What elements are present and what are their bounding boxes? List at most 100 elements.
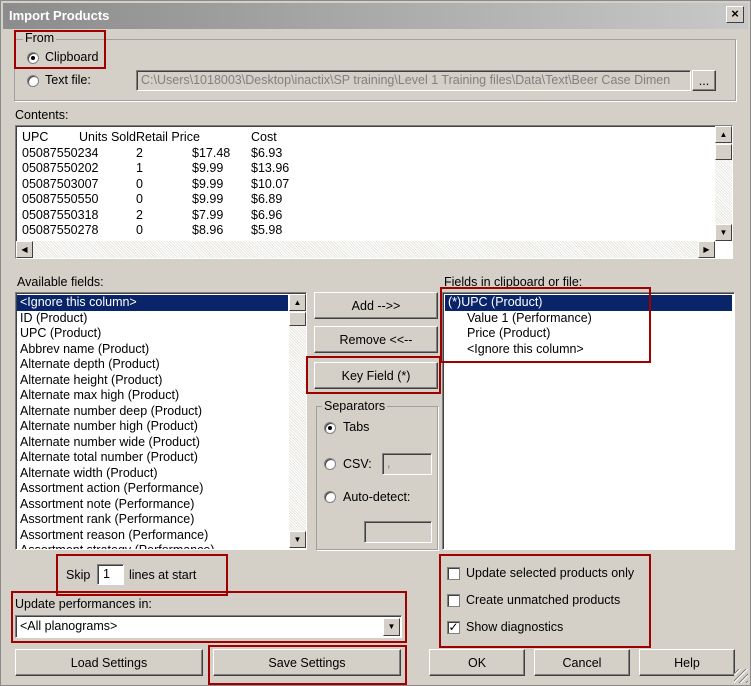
scroll-right-icon[interactable]: ▶: [698, 241, 715, 258]
ok-button[interactable]: OK: [429, 649, 525, 676]
title-bar: Import Products: [3, 3, 748, 29]
available-field-item[interactable]: Alternate number wide (Product): [17, 435, 288, 451]
contents-cell: $5.98: [251, 223, 283, 237]
clipboard-label[interactable]: Clipboard: [45, 50, 99, 64]
contents-cell: $17.48: [192, 145, 231, 160]
available-field-item[interactable]: Assortment reason (Performance): [17, 528, 288, 544]
csv-label[interactable]: CSV:: [343, 457, 372, 471]
tabs-label[interactable]: Tabs: [343, 420, 369, 434]
contents-cell: 0: [136, 192, 143, 206]
contents-cell: $9.99: [192, 161, 224, 175]
available-field-item[interactable]: Alternate number deep (Product): [17, 404, 288, 420]
contents-cell: 2: [136, 145, 143, 160]
available-fields-list[interactable]: <Ignore this column> ID (Product) UPC (Pro…: [15, 292, 307, 550]
available-field-item[interactable]: Alternate depth (Product): [17, 357, 288, 373]
available-field-item[interactable]: UPC (Product): [17, 326, 288, 342]
file-field-item[interactable]: <Ignore this column>: [445, 342, 732, 358]
header-cost: Cost: [251, 130, 277, 144]
show-diagnostics-checkbox[interactable]: ✓: [447, 621, 460, 634]
contents-cell: 05087550234: [22, 145, 99, 160]
cancel-button[interactable]: Cancel: [534, 649, 630, 676]
tabs-radio[interactable]: [324, 422, 336, 434]
contents-cell: 05087550318: [22, 207, 99, 222]
contents-row: 05087550202 1 $9.99 $13.96: [22, 161, 702, 177]
skip-suffix: lines at start: [129, 568, 197, 582]
from-legend: From: [23, 31, 57, 45]
file-field-item[interactable]: Price (Product): [445, 326, 732, 342]
contents-vscrollbar[interactable]: ▲ ▼: [715, 126, 732, 241]
available-field-item[interactable]: Alternate width (Product): [17, 466, 288, 482]
show-diagnostics-label[interactable]: Show diagnostics: [466, 620, 563, 634]
import-products-dialog: Import Products × From Clipboard Text fi…: [0, 0, 751, 686]
scroll-left-icon[interactable]: ◀: [16, 241, 33, 258]
scroll-thumb[interactable]: [715, 144, 732, 160]
contents-cell: $6.96: [251, 207, 283, 222]
textfile-radio[interactable]: [27, 75, 39, 87]
create-unmatched-checkbox[interactable]: [447, 594, 460, 607]
contents-row: 05087550278 0 $8.96 $5.98: [22, 223, 702, 239]
load-settings-button[interactable]: Load Settings: [15, 649, 203, 676]
auto-detect-input[interactable]: [364, 521, 432, 543]
scroll-up-icon[interactable]: ▲: [715, 126, 732, 143]
available-field-item[interactable]: <Ignore this column>: [17, 295, 288, 311]
clipboard-radio[interactable]: [27, 52, 39, 64]
skip-lines-input[interactable]: 1: [97, 564, 124, 585]
add-button[interactable]: Add -->>: [314, 292, 438, 319]
contents-box[interactable]: UPC Units Sold Retail Price Cost 0508755…: [15, 125, 733, 259]
contents-cell: $10.07: [251, 176, 290, 191]
fields-in-file-list[interactable]: (*)UPC (Product) Value 1 (Performance) Pri…: [442, 292, 735, 550]
contents-cell: $6.93: [251, 145, 283, 160]
available-field-item[interactable]: Assortment strategy (Performance): [17, 543, 288, 549]
available-vscrollbar[interactable]: ▲ ▼: [289, 294, 306, 548]
textfile-path-input[interactable]: C:\Users\1018003\Desktop\inactix\SP trai…: [136, 70, 691, 91]
update-performances-value: <All planograms>: [20, 619, 118, 633]
file-field-item[interactable]: (*)UPC (Product): [445, 295, 732, 311]
scroll-down-icon[interactable]: ▼: [289, 531, 306, 548]
available-field-item[interactable]: Abbrev name (Product): [17, 342, 288, 358]
chevron-down-icon[interactable]: ▼: [383, 618, 400, 636]
update-selected-label[interactable]: Update selected products only: [466, 566, 634, 580]
separators-legend: Separators: [322, 399, 388, 413]
close-icon[interactable]: ×: [726, 6, 744, 23]
create-unmatched-label[interactable]: Create unmatched products: [466, 593, 620, 607]
contents-cell: 05087503007: [22, 176, 99, 191]
update-selected-checkbox[interactable]: [447, 567, 460, 580]
contents-row: 05087503007 0 $9.99 $10.07: [22, 177, 702, 193]
available-field-item[interactable]: ID (Product): [17, 311, 288, 327]
available-field-item[interactable]: Assortment action (Performance): [17, 481, 288, 497]
available-field-item[interactable]: Assortment rank (Performance): [17, 512, 288, 528]
scroll-thumb[interactable]: [289, 312, 306, 326]
available-field-item[interactable]: Alternate height (Product): [17, 373, 288, 389]
available-field-item[interactable]: Alternate total number (Product): [17, 450, 288, 466]
contents-cell: 0: [136, 223, 143, 237]
help-button[interactable]: Help: [639, 649, 735, 676]
available-field-item[interactable]: Assortment note (Performance): [17, 497, 288, 513]
csv-input[interactable]: ,: [382, 453, 432, 475]
contents-hscrollbar[interactable]: ◀ ▶: [16, 241, 715, 258]
remove-button[interactable]: Remove <<--: [314, 326, 438, 353]
header-units-sold: Units Sold: [79, 130, 136, 144]
update-performances-label: Update performances in:: [15, 597, 152, 611]
header-retail-price: Retail Price: [136, 130, 200, 144]
contents-cell: $9.99: [192, 192, 224, 206]
resize-grip-icon[interactable]: [734, 669, 748, 683]
scroll-up-icon[interactable]: ▲: [289, 294, 306, 311]
available-field-item[interactable]: Alternate number high (Product): [17, 419, 288, 435]
file-field-item[interactable]: Value 1 (Performance): [445, 311, 732, 327]
auto-detect-label[interactable]: Auto-detect:: [343, 490, 410, 504]
csv-radio[interactable]: [324, 458, 336, 470]
textfile-label[interactable]: Text file:: [45, 73, 91, 87]
auto-detect-radio[interactable]: [324, 491, 336, 503]
update-performances-select[interactable]: <All planograms> ▼: [15, 615, 402, 638]
browse-button[interactable]: ...: [692, 70, 716, 91]
contents-cell: $9.99: [192, 176, 224, 191]
contents-row: 05087550234 2 $17.48 $6.93: [22, 146, 702, 162]
available-field-item[interactable]: Alternate max high (Product): [17, 388, 288, 404]
fields-in-file-label: Fields in clipboard or file:: [444, 275, 583, 289]
scroll-down-icon[interactable]: ▼: [715, 224, 732, 241]
available-fields-label: Available fields:: [17, 275, 104, 289]
save-settings-button[interactable]: Save Settings: [213, 649, 401, 676]
contents-header-row: UPC Units Sold Retail Price Cost: [22, 130, 702, 146]
window-title: Import Products: [9, 8, 110, 23]
key-field-button[interactable]: Key Field (*): [314, 362, 438, 389]
